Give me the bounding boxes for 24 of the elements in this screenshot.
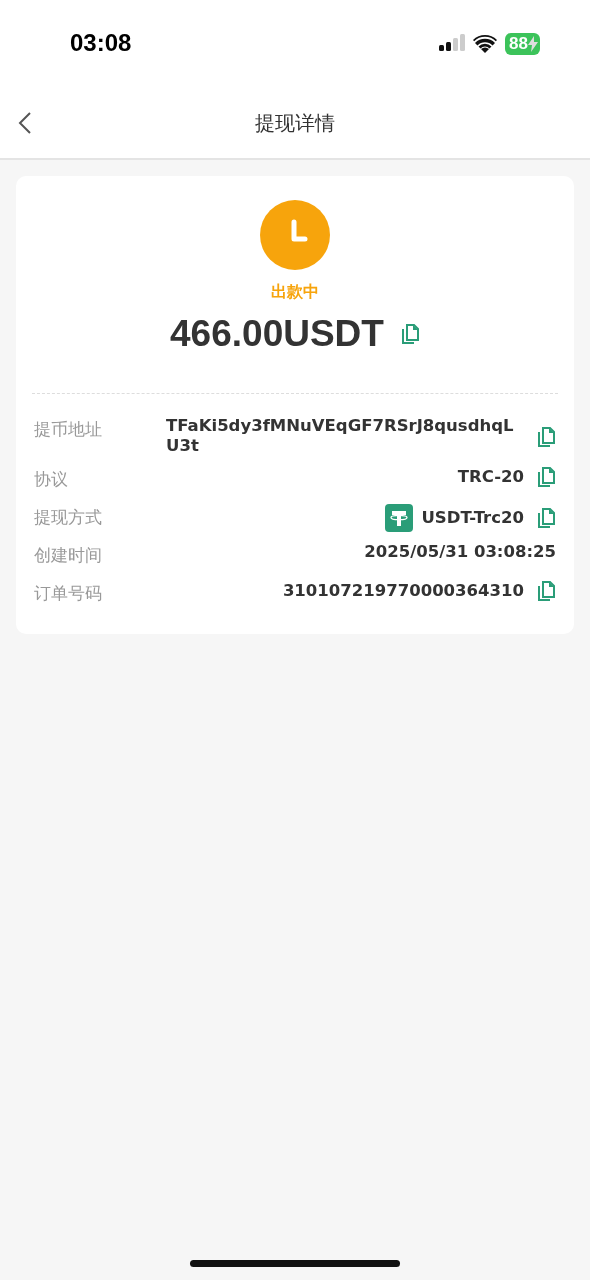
- detail-label: 创建时间: [34, 544, 103, 566]
- detail-label: 订单号码: [34, 582, 103, 604]
- clock-icon: [260, 200, 330, 270]
- token-icon: [385, 504, 414, 532]
- status-label: 出款中: [271, 282, 319, 303]
- copy-icon[interactable]: [399, 323, 420, 345]
- wifi-icon: [473, 35, 498, 53]
- detail-value: TRC-20: [457, 467, 524, 487]
- detail-value: TFaKi5dy3fMNuVEqGF7RSrJ8qusdhqLU3t: [166, 416, 515, 456]
- detail-value: USDT-Trc20: [421, 508, 524, 528]
- detail-label: 协议: [34, 468, 69, 490]
- copy-icon[interactable]: [536, 580, 556, 602]
- signal-icon: [439, 34, 466, 54]
- battery-indicator: 88: [505, 33, 540, 55]
- status-time: 03:08: [70, 29, 133, 57]
- copy-icon[interactable]: [536, 426, 556, 448]
- detail-label: 提现方式: [34, 506, 103, 528]
- detail-label: 提币地址: [34, 418, 103, 440]
- copy-icon[interactable]: [536, 466, 556, 488]
- copy-icon[interactable]: [536, 507, 556, 529]
- amount: 466.00USDT: [170, 313, 384, 355]
- page-title: 提现详情: [255, 109, 335, 137]
- detail-value: 310107219770000364310: [282, 581, 524, 601]
- detail-value: 2025/05/31 03:08:25: [364, 542, 556, 562]
